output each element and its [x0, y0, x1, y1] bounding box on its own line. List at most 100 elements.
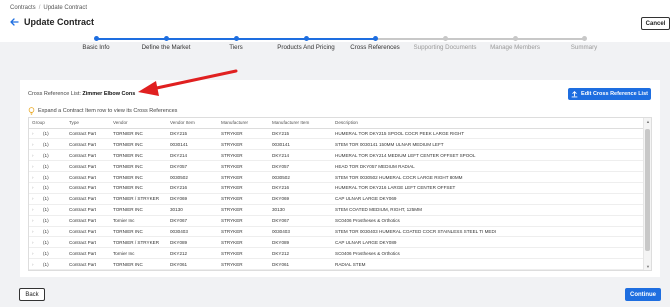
column-header-type[interactable]: Type	[66, 118, 110, 129]
table-row[interactable]: › (1) Contract Part Tornier Inc DKY067 STRYKE…	[29, 215, 643, 227]
cell-description: HUMERAL TOR DKY215 SPOOL COCR PEEK LARGE…	[332, 128, 643, 140]
chevron-right-icon[interactable]: ›	[29, 193, 40, 205]
breadcrumb: Contracts / Update Contract	[10, 5, 87, 11]
cell-group: (1)	[40, 171, 66, 183]
cell-vendor-item: DKY069	[167, 193, 218, 205]
cell-vendor-item: DKY057	[167, 160, 218, 173]
table-row[interactable]: › (1) Contract Part TORNIER INC DKY057 STRYKE…	[29, 160, 643, 173]
step-label-supporting-documents[interactable]: Supporting Documents	[414, 44, 477, 51]
cancel-button[interactable]: Cancel	[641, 17, 670, 30]
cell-manufacturer-item: DKY212	[269, 247, 332, 260]
cell-description: CAP ULNAR LARGE DKY069	[332, 193, 643, 205]
chevron-right-icon[interactable]: ›	[29, 247, 40, 260]
continue-button[interactable]: Continue	[625, 288, 661, 301]
cell-type: Contract Part	[66, 247, 110, 260]
table-row[interactable]: › (1) Contract Part TORNIER INC 0030403 STRYK…	[29, 226, 643, 238]
cell-description: STEM TOR 0030403 HUMERAL COATED COCR STA…	[332, 226, 643, 238]
chevron-right-icon[interactable]: ›	[29, 204, 40, 216]
cell-group: (1)	[40, 160, 66, 173]
chevron-right-icon[interactable]: ›	[29, 138, 40, 151]
cell-manufacturer: STRYKER	[218, 138, 269, 151]
cell-vendor: TORNIER INC	[110, 128, 167, 140]
progress-stepper: Basic Info Define the Market Tiers Products…	[0, 36, 670, 56]
cell-manufacturer: STRYKER	[218, 182, 269, 194]
stepper-dot	[512, 36, 518, 41]
cell-vendor: Tornier Inc	[110, 247, 167, 260]
scrollbar-thumb[interactable]	[645, 129, 650, 251]
step-label-tiers[interactable]: Tiers	[229, 44, 243, 51]
column-header-description[interactable]: Description	[332, 118, 643, 129]
cell-vendor-item: DKY214	[167, 149, 218, 162]
chevron-right-icon[interactable]: ›	[29, 160, 40, 173]
cell-manufacturer: STRYKER	[218, 215, 269, 227]
cell-vendor-item: 30130	[167, 204, 218, 216]
table-row[interactable]: › (1) Contract Part TORNIER INC 0030141 STRYK…	[29, 138, 643, 151]
column-header-group[interactable]: Group	[29, 118, 66, 129]
cell-type: Contract Part	[66, 128, 110, 140]
table-row[interactable]: › (1) Contract Part Tornier Inc DKY212 STRYKE…	[29, 247, 643, 260]
table-scrollbar[interactable]: ▲ ▼	[643, 118, 651, 270]
table-row[interactable]: › (1) Contract Part TORNIER INC DKY061 STRYKE…	[29, 258, 643, 270]
step-label-summary[interactable]: Summary	[571, 44, 597, 51]
breadcrumb-contracts[interactable]: Contracts	[10, 5, 36, 11]
step-label-basic-info[interactable]: Basic Info	[82, 44, 109, 51]
table-row[interactable]: › (1) Contract Part TORNIER INC DKY214 STRYKE…	[29, 149, 643, 162]
expand-hint: Expand a Contract Item row to view its C…	[28, 107, 177, 115]
table-row[interactable]: › (1) Contract Part TORNIER INC 0030502 STRYK…	[29, 171, 643, 183]
step-label-products-and-pricing[interactable]: Products And Pricing	[277, 44, 334, 51]
table-row[interactable]: › (1) Contract Part TORNIER INC DKY215 STRYKE…	[29, 128, 643, 140]
scroll-up-icon[interactable]: ▲	[645, 119, 651, 124]
cross-reference-list-label: Cross Reference List:	[28, 91, 81, 97]
cell-description: SC0406 Prostheses & Orthotics	[332, 215, 643, 227]
cell-manufacturer-item: DKY216	[269, 182, 332, 194]
contract-items-table: Group Type Vendor Vendor Item Manufactur…	[28, 117, 652, 271]
table-row[interactable]: › (1) Contract Part TORNIER / STRYKER DKY069…	[29, 193, 643, 205]
cell-group: (1)	[40, 182, 66, 194]
cell-manufacturer: STRYKER	[218, 236, 269, 249]
cell-type: Contract Part	[66, 215, 110, 227]
cell-manufacturer-item: 30130	[269, 204, 332, 216]
cell-vendor: TORNIER INC	[110, 160, 167, 173]
cell-type: Contract Part	[66, 236, 110, 249]
stepper-dot	[581, 36, 587, 41]
cell-description: RADIAL STEM	[332, 258, 643, 270]
cell-group: (1)	[40, 204, 66, 216]
cell-manufacturer-item: DKY057	[269, 160, 332, 173]
column-header-manufacturer-item[interactable]: Manufacturer Item	[269, 118, 332, 129]
edit-cross-reference-list-button[interactable]: Edit Cross Reference List	[568, 88, 651, 100]
table-row[interactable]: › (1) Contract Part TORNIER INC 30130 STRYKER…	[29, 204, 643, 216]
step-label-cross-references[interactable]: Cross References	[350, 44, 400, 51]
arrow-left-icon[interactable]	[8, 16, 20, 28]
cell-vendor-item: DKY212	[167, 247, 218, 260]
cell-manufacturer: STRYKER	[218, 128, 269, 140]
cell-manufacturer-item: 0030141	[269, 138, 332, 151]
chevron-right-icon[interactable]: ›	[29, 128, 40, 140]
table-row[interactable]: › (1) Contract Part TORNIER INC DKY216 STRYKE…	[29, 182, 643, 194]
chevron-right-icon[interactable]: ›	[29, 226, 40, 238]
cell-type: Contract Part	[66, 204, 110, 216]
chevron-right-icon[interactable]: ›	[29, 215, 40, 227]
back-button[interactable]: Back	[19, 288, 45, 301]
scroll-down-icon[interactable]: ▼	[645, 264, 651, 269]
cell-vendor-item: 0030141	[167, 138, 218, 151]
chevron-right-icon[interactable]: ›	[29, 258, 40, 270]
chevron-right-icon[interactable]: ›	[29, 182, 40, 194]
step-label-define-the-market[interactable]: Define the Market	[142, 44, 191, 51]
stepper-track	[306, 38, 375, 40]
cell-description: STEM COATED MEDIUM, RIGHT, 125MM	[332, 204, 643, 216]
stepper-track	[96, 38, 166, 40]
cell-manufacturer: STRYKER	[218, 160, 269, 173]
column-header-manufacturer[interactable]: Manufacturer	[218, 118, 269, 129]
step-label-manage-members[interactable]: Manage Members	[490, 44, 540, 51]
chevron-right-icon[interactable]: ›	[29, 149, 40, 162]
chevron-right-icon[interactable]: ›	[29, 236, 40, 249]
expand-hint-text: Expand a Contract Item row to view its C…	[38, 108, 178, 114]
column-header-vendor-item[interactable]: Vendor Item	[167, 118, 218, 129]
cell-manufacturer-item: DKY215	[269, 128, 332, 140]
stepper-track	[375, 38, 445, 40]
table-row[interactable]: › (1) Contract Part TORNIER / STRYKER DKY089…	[29, 236, 643, 249]
chevron-right-icon[interactable]: ›	[29, 171, 40, 183]
column-header-vendor[interactable]: Vendor	[110, 118, 167, 129]
cell-vendor: TORNIER INC	[110, 149, 167, 162]
cell-description: SC0406 Prostheses & Orthotics	[332, 247, 643, 260]
